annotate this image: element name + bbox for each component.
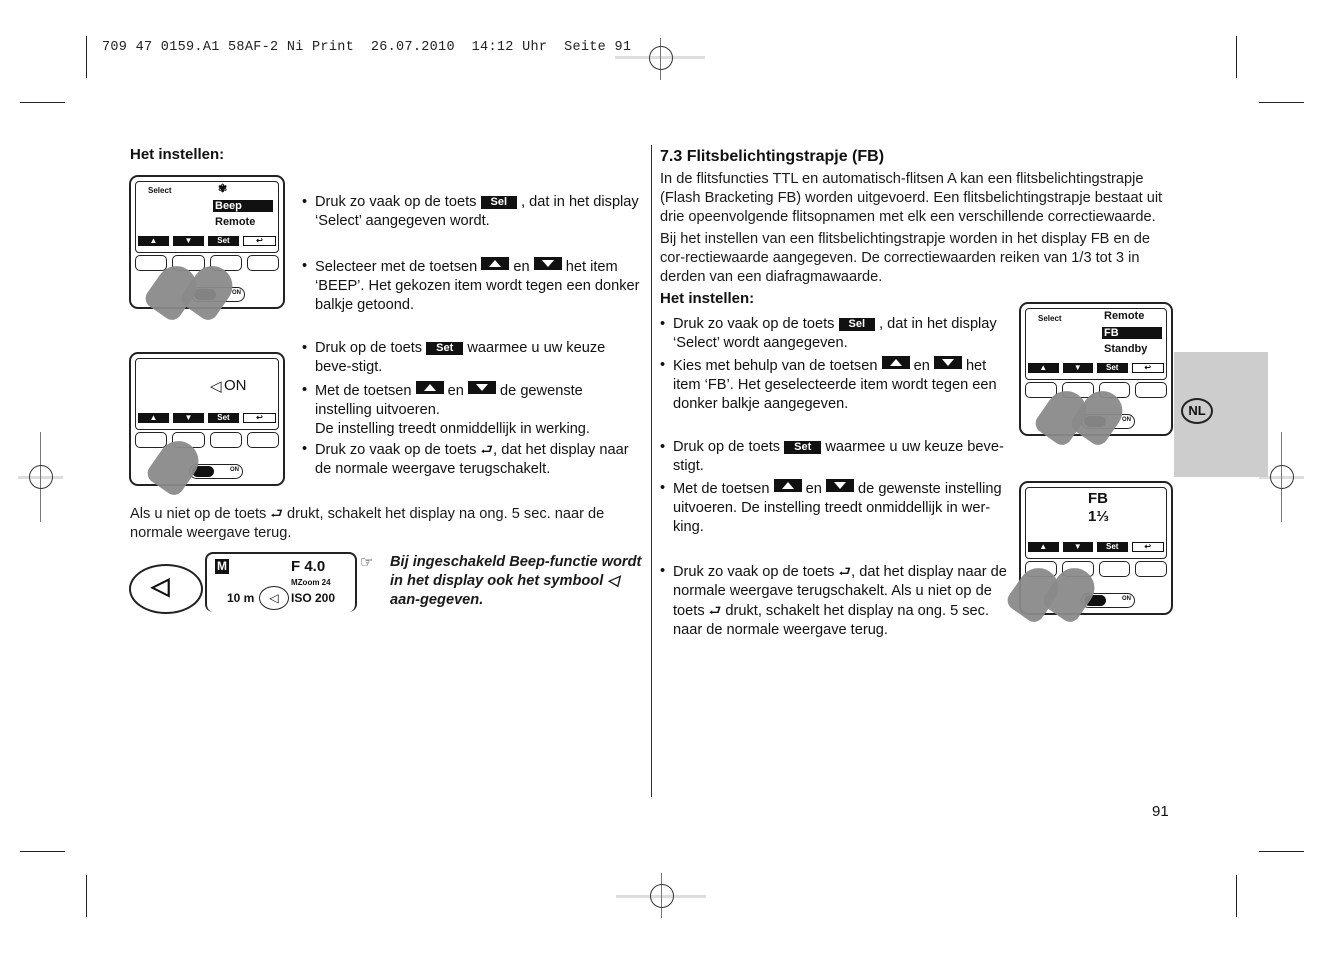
instruction-step: • Selecteer met de toetsen en het item ‘B… [302, 257, 640, 313]
softkey-up: ▲ [138, 236, 169, 246]
column-divider [651, 145, 652, 797]
return-key-icon: ⮐ [838, 563, 852, 579]
zoom-value: MZoom 24 [291, 578, 331, 587]
flash-unit-display-select-fb: Select Remote FB Standby ▲ ▼ Set ↩ ON [1019, 302, 1173, 449]
section-heading: 7.3 Flitsbelichtingstrapje (FB) [660, 148, 885, 165]
softkey-return: ↩ [243, 236, 276, 246]
softkey-return: ↩ [1131, 542, 1164, 552]
instruction-step: • Druk op de toets Set waarmee u uw keuze… [302, 340, 606, 375]
softkey-down: ▼ [173, 236, 204, 246]
lcd-display: M F 4.0 MZoom 24 10 m ◁ ISO 200 [205, 552, 357, 612]
sel-key-icon: Sel [838, 318, 876, 331]
softkey-set: Set [208, 236, 239, 246]
intro-paragraph: In de flitsfuncties TTL en automatisch-f… [660, 171, 1163, 225]
language-badge: NL [1181, 398, 1213, 424]
instruction-step: • Druk op de toets Set waarmee u uw keuze… [660, 439, 1004, 474]
instruction-step: • Met de toetsen en de gewenste instellin… [660, 479, 1002, 535]
crop-mark [86, 875, 87, 917]
display-value: ON [224, 377, 247, 394]
speaker-icon: ◁ [210, 378, 222, 395]
flash-unit-display-fb-value: FB 1⅓ ▲ ▼ Set ↩ ON [1003, 481, 1173, 626]
page-number: 91 [1152, 803, 1169, 820]
up-key-icon [773, 479, 802, 492]
set-key-icon: Set [784, 441, 822, 454]
display-item-selected: FB [1102, 327, 1162, 339]
softkey-return: ↩ [243, 413, 276, 423]
crop-mark [20, 102, 65, 103]
speaker-callout: ◁ [129, 564, 203, 614]
instruction-step: • Kies met behulp van de toetsen en het i… [660, 356, 997, 412]
print-slug: 709 47 0159.A1 58AF-2 Ni Print 26.07.201… [102, 40, 632, 55]
return-key-icon: ⮐ [270, 505, 283, 521]
instruction-step: • Druk zo vaak op de toets ⮐, dat het dis… [660, 563, 1007, 638]
button-return[interactable] [246, 255, 279, 271]
down-key-icon [533, 257, 562, 270]
up-key-icon [481, 257, 510, 270]
softkey-set: Set [1097, 542, 1128, 552]
auto-return-note: Als u niet op de toets ⮐ drukt, schakelt… [130, 505, 605, 541]
button-return[interactable] [246, 432, 279, 448]
softkey-set: Set [1097, 363, 1128, 373]
display-item: Remote [1104, 310, 1145, 322]
instruction-step: • Druk zo vaak op de toets Sel , dat in h… [660, 316, 997, 351]
distance-value: 10 m [227, 591, 255, 605]
intro-paragraph: Bij het instellen van een flitsbelichtin… [660, 231, 1150, 285]
set-key-icon: Set [426, 342, 464, 355]
softkey-down: ▼ [173, 413, 204, 423]
instruction-step: • Met de toetsen en de gewenste instellin… [302, 381, 590, 437]
display-item: Standby [1104, 343, 1148, 355]
down-key-icon [933, 356, 962, 369]
return-key-icon: ⮐ [708, 602, 722, 618]
pointing-hand-icon: ☞ [360, 554, 374, 571]
softkey-return: ↩ [1131, 363, 1164, 373]
instruction-step: • Druk zo vaak op de toets ⮐, dat het dis… [302, 441, 629, 477]
crop-mark [1259, 851, 1304, 852]
display-label: Select [148, 186, 172, 195]
crop-mark [1259, 102, 1304, 103]
softkey-up: ▲ [1028, 363, 1059, 373]
softkey-set: Set [208, 413, 239, 423]
crop-mark [20, 851, 65, 852]
button-return[interactable] [1135, 561, 1167, 577]
flash-mode-icon: ✾ [218, 183, 228, 195]
down-key-icon [825, 479, 854, 492]
section-heading: Het instellen: [130, 146, 225, 163]
display-item-selected: Beep [213, 200, 273, 212]
crop-mark [1236, 36, 1237, 78]
display-label: Select [1038, 314, 1062, 323]
speaker-icon: ◁ [259, 586, 289, 610]
softkey-up: ▲ [1028, 542, 1059, 552]
speaker-icon: ◁ [151, 573, 170, 600]
softkey-down: ▼ [1062, 363, 1093, 373]
button-set[interactable] [209, 432, 242, 448]
display-fb-value: 1⅓ [1088, 508, 1109, 525]
aperture-value: F 4.0 [291, 558, 326, 575]
crop-mark [1236, 875, 1237, 917]
up-key-icon [881, 356, 910, 369]
crop-mark [86, 36, 87, 78]
display-item: Remote [215, 216, 256, 228]
display-fb-label: FB [1088, 490, 1108, 507]
sel-key-icon: Sel [480, 196, 518, 209]
mode-indicator: M [215, 559, 229, 574]
instruction-step: • Druk zo vaak op de toets Sel , dat in h… [302, 194, 639, 229]
tip-note: Bij ingeschakeld Beep-functie wordt in h… [390, 554, 642, 608]
softkey-down: ▼ [1062, 542, 1093, 552]
up-key-icon [415, 381, 444, 394]
softkey-up: ▲ [138, 413, 169, 423]
button-up[interactable] [135, 255, 168, 271]
return-key-icon: ⮐ [480, 441, 494, 457]
button-return[interactable] [1135, 382, 1167, 398]
button-set[interactable] [1098, 561, 1131, 577]
down-key-icon [467, 381, 496, 394]
subheading: Het instellen: [660, 290, 755, 307]
flash-unit-display-beep-on: ◁ ON ▲ ▼ Set ↩ ON [129, 352, 285, 499]
flash-unit-display-select-beep: Select ✾ Beep Remote ▲ ▼ Set ↩ ON [129, 175, 285, 324]
iso-value: ISO 200 [291, 591, 336, 605]
button-up[interactable] [135, 432, 168, 448]
